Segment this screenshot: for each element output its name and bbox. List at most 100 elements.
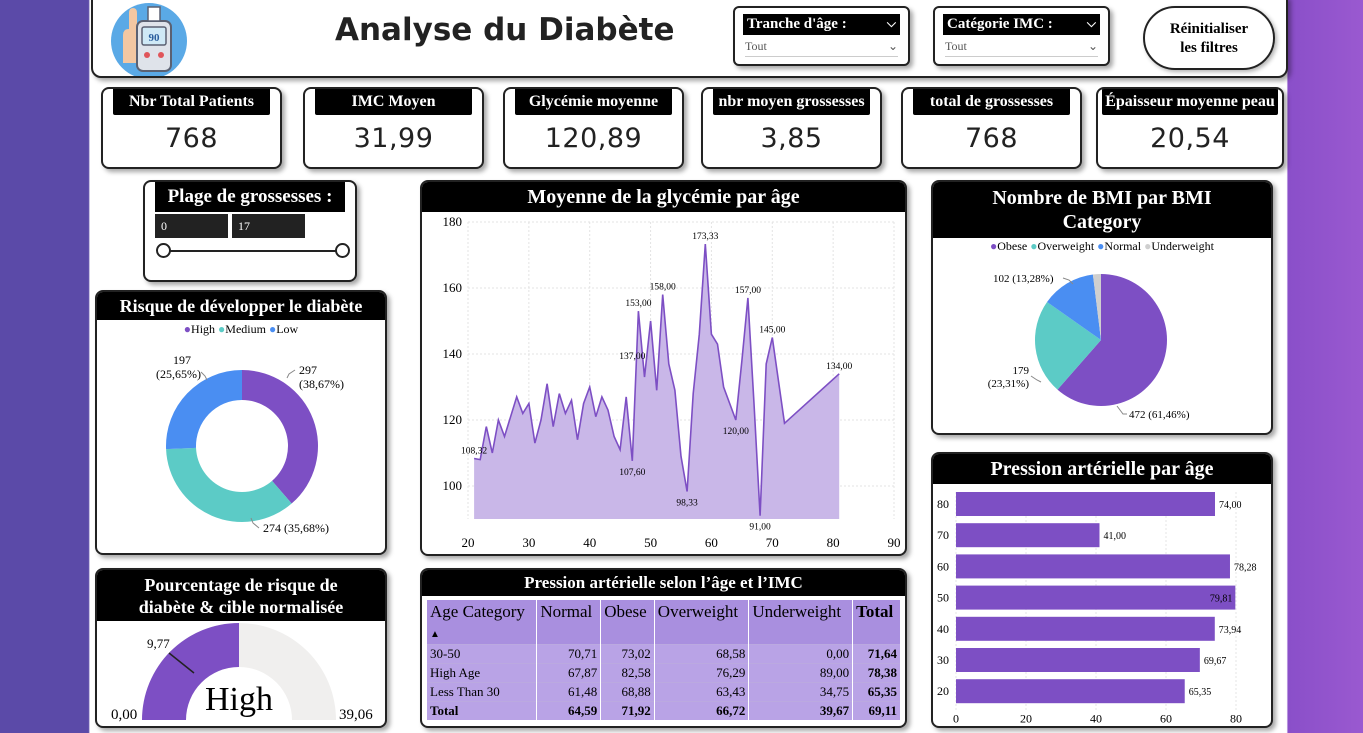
cell: 78,38 (852, 663, 901, 683)
cell: 82,58 (600, 663, 655, 683)
data-label: (38,67%) (299, 377, 344, 391)
data-label: 157,00 (735, 286, 761, 296)
data-label: 134,00 (826, 362, 852, 372)
table-row: Less Than 30 61,48 68,88 63,43 34,75 65,… (427, 682, 901, 702)
kpi-label: Épaisseur moyenne peau (1102, 89, 1278, 115)
cell: 71,92 (600, 701, 655, 720)
cell: 73,02 (600, 644, 655, 664)
range-max-input[interactable]: 17 (232, 214, 305, 238)
kpi-value: 20,54 (1150, 123, 1230, 154)
gauge-center-label: High (205, 681, 273, 718)
y-tick-label: 40 (937, 622, 949, 636)
y-tick-label: 80 (937, 497, 949, 511)
x-tick-label: 60 (705, 535, 718, 550)
slicer-title: Plage de grossesses : (155, 182, 345, 212)
range-min-input[interactable]: 0 (155, 214, 228, 238)
kpi-value: 768 (964, 123, 1019, 154)
gauge-max-label: 39,06 (339, 707, 373, 723)
chart-title-1: Nombre de BMI par BMI (992, 187, 1212, 209)
cell: 0,00 (748, 644, 854, 664)
cell: 76,29 (654, 663, 750, 683)
data-label: 41,00 (1104, 531, 1127, 542)
column-header[interactable]: Total (852, 600, 901, 645)
chart-title: Nombre de BMI par BMI Category (933, 182, 1271, 238)
x-tick-label: 80 (1230, 711, 1242, 725)
kpi-pregnancies-mean: nbr moyen grossesses 3,85 (701, 87, 882, 169)
matrix-title: Pression artérielle selon l’âge et l’IMC (422, 570, 905, 596)
x-tick-label: 70 (766, 535, 779, 550)
data-label: (25,65%) (156, 367, 201, 381)
dropdown-arrow-icon[interactable]: ⌄ (1088, 39, 1098, 54)
column-header[interactable]: Age Category ▲ (427, 600, 538, 645)
column-header[interactable]: Obese (600, 600, 655, 645)
chevron-down-icon[interactable]: ⌵ (887, 16, 896, 31)
kpi-label: Glycémie moyenne (515, 89, 672, 115)
kpi-label: total de grossesses (913, 89, 1070, 115)
page-title: Analyse du Diabète (335, 12, 675, 48)
cell: 65,35 (852, 682, 901, 702)
dropdown-arrow-icon[interactable]: ⌄ (888, 39, 898, 54)
bar (956, 648, 1200, 672)
chart-title: Risque de développer le diabète (97, 292, 385, 320)
glucose-area-chart: 100 120 140 160 180 20 30 40 50 60 70 80 90 108,32 107… (443, 214, 901, 550)
gauge-title-2: diabète & cible normalisée (138, 597, 344, 617)
chevron-down-icon[interactable]: ⌵ (1087, 16, 1096, 31)
x-tick-label: 40 (1090, 711, 1102, 725)
data-label: 73,94 (1219, 625, 1242, 636)
chart-title: Moyenne de la glycémie par âge (422, 182, 905, 212)
bar (956, 492, 1215, 516)
data-label: 158,00 (650, 283, 676, 293)
bp-bar-chart: 0 20 40 60 80 80 74,00 70 41,00 60 78,28 50 79,81 40 7… (937, 492, 1256, 725)
risk-gauge-card: Pourcentage de risque de diabète & cible… (95, 568, 387, 728)
sort-ascending-icon[interactable]: ▲ (430, 629, 440, 640)
legend-label: Medium (225, 322, 266, 336)
y-tick-label: 30 (937, 653, 949, 667)
kpi-value: 3,85 (760, 123, 823, 154)
risk-donut-chart: 297(38,67%) 274 (35,68%) 197(25,65%) (156, 353, 344, 535)
column-header[interactable]: Overweight (654, 600, 750, 645)
kpi-label: nbr moyen grossesses (713, 89, 870, 115)
column-header[interactable]: Underweight (748, 600, 854, 645)
kpi-value: 768 (164, 123, 219, 154)
data-label: 297 (299, 363, 317, 377)
pregnancy-range-slicer[interactable]: Plage de grossesses : 0 17 (143, 180, 357, 282)
table-header-row: Age Category ▲ Normal Obese Overweight Un… (427, 600, 901, 645)
table-row: High Age 67,87 82,58 76,29 89,00 78,38 (427, 663, 901, 683)
bar (956, 554, 1230, 579)
data-label: 137,00 (619, 352, 645, 362)
y-tick-label: 70 (937, 528, 949, 542)
column-header[interactable]: Normal (536, 600, 602, 645)
data-label: 74,00 (1219, 500, 1242, 511)
leader-line (1030, 375, 1042, 383)
chart-legend: ●Obese ●Overweight ●Normal ●Underweight (990, 239, 1214, 253)
gauge-title: Pourcentage de risque de diabète & cible… (97, 570, 385, 621)
cell: 64,59 (536, 701, 602, 720)
data-label: 120,00 (723, 427, 749, 437)
x-tick-label: 20 (462, 535, 475, 550)
range-slider-track[interactable] (163, 250, 343, 252)
cell: 68,88 (600, 682, 655, 702)
age-slicer-value: Tout (745, 39, 767, 53)
cell: 30-50 (427, 644, 538, 664)
header-bar: 90 Analyse du Diabète Tranche d'âge : ⌵ T… (91, 0, 1288, 78)
cell: 67,87 (536, 663, 602, 683)
reset-filters-button[interactable]: Réinitialiser les filtres (1143, 6, 1275, 70)
range-slider-handle-max[interactable] (335, 243, 350, 258)
kpi-pregnancies-total: total de grossesses 768 (901, 87, 1082, 169)
bar (956, 616, 1215, 641)
bmi-category-pie-card: Nombre de BMI par BMI Category ●Obese ●O… (931, 180, 1273, 435)
y-tick-label: 100 (443, 478, 463, 493)
cell: 34,75 (748, 682, 854, 702)
data-label: 107,60 (619, 468, 645, 478)
donut-slice (166, 370, 242, 450)
data-label: 65,35 (1189, 687, 1212, 698)
legend-label: Normal (1104, 239, 1142, 253)
age-range-slicer[interactable]: Tranche d'âge : ⌵ Tout ⌄ (733, 6, 910, 66)
bmi-category-slicer[interactable]: Catégorie IMC : ⌵ Tout ⌄ (933, 6, 1110, 66)
table-total-row: Total 64,59 71,92 66,72 39,67 69,11 (427, 701, 901, 720)
cell: 71,64 (852, 644, 901, 664)
bp-by-age-card: Pression artérielle par âge 0 20 40 60 80 80 7… (931, 452, 1273, 728)
range-slider-handle-min[interactable] (156, 243, 171, 258)
cell: 69,11 (852, 701, 901, 720)
bmi-slicer-label: Catégorie IMC : (947, 16, 1053, 32)
